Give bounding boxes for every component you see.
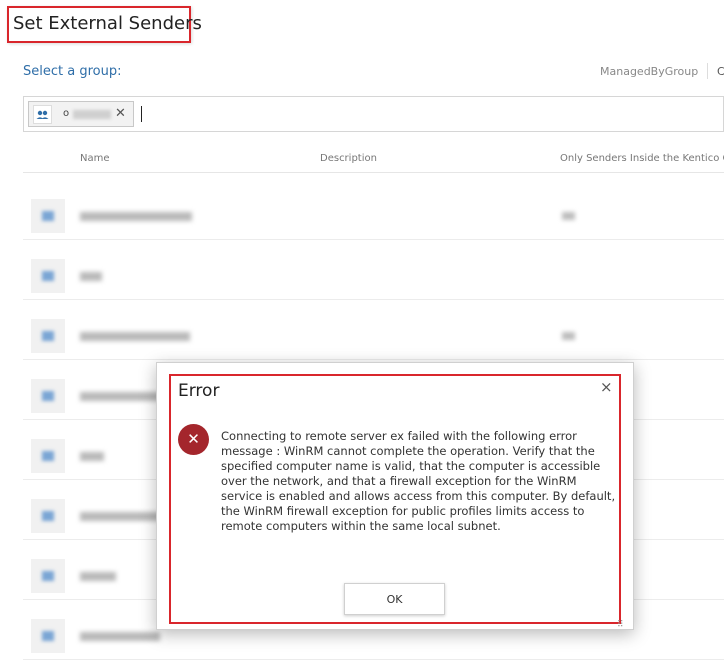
redacted-text <box>80 332 190 341</box>
column-header-description[interactable]: Description <box>320 153 377 164</box>
redacted-text <box>80 272 102 281</box>
redacted-text <box>562 212 575 220</box>
table-row[interactable] <box>23 180 724 240</box>
table-row[interactable] <box>23 300 724 360</box>
selected-group-chip[interactable]: o ✕ <box>28 101 134 127</box>
group-icon <box>31 199 65 233</box>
group-icon <box>31 439 65 473</box>
table-row[interactable] <box>23 240 724 300</box>
remove-chip-icon[interactable]: ✕ <box>115 105 126 123</box>
page-title: Set External Senders <box>13 13 202 34</box>
resize-grip-icon[interactable]: ⠿ <box>617 620 624 630</box>
redacted-text <box>80 392 160 401</box>
close-icon[interactable]: × <box>600 378 613 396</box>
group-icon <box>31 619 65 653</box>
text-caret <box>141 106 142 122</box>
redacted-text <box>80 212 192 221</box>
group-icon <box>31 559 65 593</box>
redacted-text <box>80 572 116 581</box>
chip-label: o <box>63 108 70 119</box>
redacted-text <box>73 110 111 119</box>
header-divider <box>23 172 724 173</box>
redacted-text <box>80 452 104 461</box>
redacted-text <box>80 632 160 641</box>
group-icon <box>31 259 65 293</box>
managed-by-group-link[interactable]: ManagedByGroup <box>600 65 698 78</box>
group-picker[interactable]: o ✕ <box>23 96 724 132</box>
toolbar-divider <box>707 63 708 79</box>
group-icon <box>31 379 65 413</box>
redacted-text <box>80 512 160 521</box>
group-icon <box>31 319 65 353</box>
ok-button[interactable]: OK <box>344 583 445 615</box>
select-group-label: Select a group: <box>23 64 122 79</box>
toolbar-more-link[interactable]: C <box>717 65 724 78</box>
column-header-name[interactable]: Name <box>80 153 110 164</box>
group-icon <box>31 499 65 533</box>
dialog-title: Error <box>178 381 220 401</box>
group-icon <box>33 105 52 124</box>
redacted-text <box>562 332 575 340</box>
error-icon: ✕ <box>178 424 209 455</box>
column-header-only-senders[interactable]: Only Senders Inside the Kentico Or <box>560 153 724 164</box>
error-message: Connecting to remote server ex failed wi… <box>221 429 616 533</box>
